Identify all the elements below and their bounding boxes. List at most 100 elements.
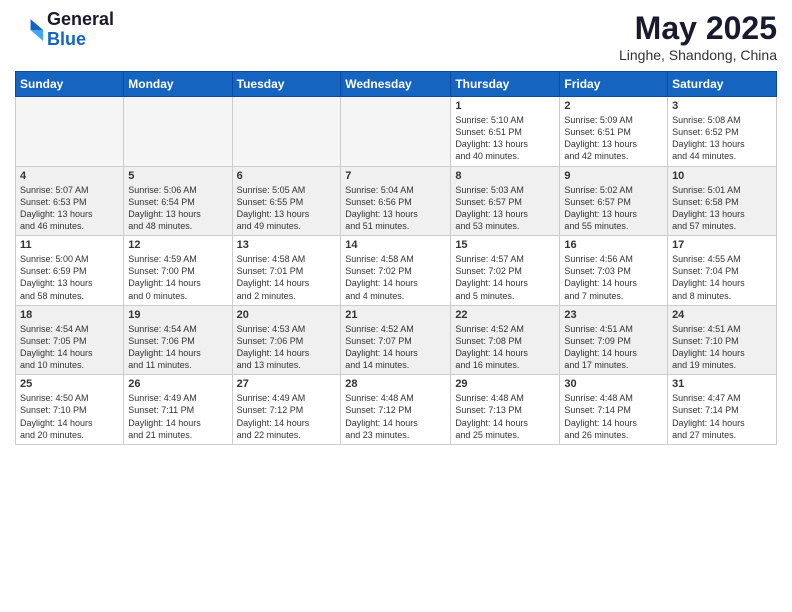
cell-content: Sunrise: 5:07 AM Sunset: 6:53 PM Dayligh… (20, 184, 119, 233)
calendar-week-row: 11 Sunrise: 5:00 AM Sunset: 6:59 PM Dayli… (16, 236, 777, 306)
calendar-cell: 19 Sunrise: 4:54 AM Sunset: 7:06 PM Dayli… (124, 305, 232, 375)
cell-content: Sunrise: 5:04 AM Sunset: 6:56 PM Dayligh… (345, 184, 446, 233)
calendar-cell: 23 Sunrise: 4:51 AM Sunset: 7:09 PM Dayli… (560, 305, 668, 375)
cell-content: Sunrise: 4:54 AM Sunset: 7:06 PM Dayligh… (128, 323, 227, 372)
calendar-cell: 18Sunrise: 4:54 AM Sunset: 7:05 PM Dayli… (16, 305, 124, 375)
page-header: General Blue May 2025 Linghe, Shandong, … (15, 10, 777, 63)
day-number: 28 (345, 378, 446, 390)
cell-content: Sunrise: 4:47 AM Sunset: 7:14 PM Dayligh… (672, 392, 772, 441)
cell-content: Sunrise: 5:00 AM Sunset: 6:59 PM Dayligh… (20, 253, 119, 302)
calendar-cell (124, 97, 232, 167)
cell-content: Sunrise: 4:52 AM Sunset: 7:08 PM Dayligh… (455, 323, 555, 372)
day-header-monday: Monday (124, 72, 232, 97)
day-number: 23 (564, 309, 663, 321)
logo-general: General (47, 10, 114, 30)
cell-content: Sunrise: 4:49 AM Sunset: 7:11 PM Dayligh… (128, 392, 227, 441)
day-number: 21 (345, 309, 446, 321)
day-number: 18 (20, 309, 119, 321)
cell-content: Sunrise: 5:08 AM Sunset: 6:52 PM Dayligh… (672, 114, 772, 163)
day-number: 31 (672, 378, 772, 390)
calendar-cell (16, 97, 124, 167)
calendar-cell: 17 Sunrise: 4:55 AM Sunset: 7:04 PM Dayli… (668, 236, 777, 306)
cell-content: Sunrise: 4:53 AM Sunset: 7:06 PM Dayligh… (237, 323, 337, 372)
day-number: 4 (20, 170, 119, 182)
cell-content: Sunrise: 5:06 AM Sunset: 6:54 PM Dayligh… (128, 184, 227, 233)
logo: General Blue (15, 10, 114, 50)
day-number: 6 (237, 170, 337, 182)
calendar-cell: 5Sunrise: 5:06 AM Sunset: 6:54 PM Daylig… (124, 166, 232, 236)
calendar-cell: 26Sunrise: 4:49 AM Sunset: 7:11 PM Dayli… (124, 375, 232, 445)
cell-content: Sunrise: 4:56 AM Sunset: 7:03 PM Dayligh… (564, 253, 663, 302)
calendar-week-row: 18Sunrise: 4:54 AM Sunset: 7:05 PM Dayli… (16, 305, 777, 375)
day-number: 30 (564, 378, 663, 390)
day-header-sunday: Sunday (16, 72, 124, 97)
calendar-cell: 25Sunrise: 4:50 AM Sunset: 7:10 PM Dayli… (16, 375, 124, 445)
cell-content: Sunrise: 4:59 AM Sunset: 7:00 PM Dayligh… (128, 253, 227, 302)
cell-content: Sunrise: 4:55 AM Sunset: 7:04 PM Dayligh… (672, 253, 772, 302)
day-number: 12 (128, 239, 227, 251)
day-number: 15 (455, 239, 555, 251)
calendar-cell: 29Sunrise: 4:48 AM Sunset: 7:13 PM Dayli… (451, 375, 560, 445)
calendar-cell (232, 97, 341, 167)
day-header-wednesday: Wednesday (341, 72, 451, 97)
day-number: 2 (564, 100, 663, 112)
calendar-cell: 30Sunrise: 4:48 AM Sunset: 7:14 PM Dayli… (560, 375, 668, 445)
calendar-cell: 6 Sunrise: 5:05 AM Sunset: 6:55 PM Daylig… (232, 166, 341, 236)
calendar-cell: 15 Sunrise: 4:57 AM Sunset: 7:02 PM Dayli… (451, 236, 560, 306)
logo-text: General Blue (47, 10, 114, 50)
calendar-week-row: 4 Sunrise: 5:07 AM Sunset: 6:53 PM Daylig… (16, 166, 777, 236)
calendar-cell: 27Sunrise: 4:49 AM Sunset: 7:12 PM Dayli… (232, 375, 341, 445)
day-number: 22 (455, 309, 555, 321)
calendar-cell: 20 Sunrise: 4:53 AM Sunset: 7:06 PM Dayli… (232, 305, 341, 375)
calendar-cell: 8Sunrise: 5:03 AM Sunset: 6:57 PM Daylig… (451, 166, 560, 236)
cell-content: Sunrise: 4:48 AM Sunset: 7:12 PM Dayligh… (345, 392, 446, 441)
logo-blue: Blue (47, 30, 114, 50)
day-number: 16 (564, 239, 663, 251)
cell-content: Sunrise: 4:51 AM Sunset: 7:09 PM Dayligh… (564, 323, 663, 372)
day-number: 27 (237, 378, 337, 390)
cell-content: Sunrise: 5:09 AM Sunset: 6:51 PM Dayligh… (564, 114, 663, 163)
day-number: 10 (672, 170, 772, 182)
calendar-week-row: 1 Sunrise: 5:10 AM Sunset: 6:51 PM Daylig… (16, 97, 777, 167)
day-number: 7 (345, 170, 446, 182)
cell-content: Sunrise: 4:57 AM Sunset: 7:02 PM Dayligh… (455, 253, 555, 302)
cell-content: Sunrise: 5:02 AM Sunset: 6:57 PM Dayligh… (564, 184, 663, 233)
calendar-cell: 3 Sunrise: 5:08 AM Sunset: 6:52 PM Daylig… (668, 97, 777, 167)
day-header-friday: Friday (560, 72, 668, 97)
cell-content: Sunrise: 4:48 AM Sunset: 7:13 PM Dayligh… (455, 392, 555, 441)
calendar-cell: 9 Sunrise: 5:02 AM Sunset: 6:57 PM Daylig… (560, 166, 668, 236)
day-number: 17 (672, 239, 772, 251)
day-number: 9 (564, 170, 663, 182)
calendar-cell: 28 Sunrise: 4:48 AM Sunset: 7:12 PM Dayli… (341, 375, 451, 445)
calendar-cell: 13 Sunrise: 4:58 AM Sunset: 7:01 PM Dayli… (232, 236, 341, 306)
calendar-cell: 31 Sunrise: 4:47 AM Sunset: 7:14 PM Dayli… (668, 375, 777, 445)
cell-content: Sunrise: 4:51 AM Sunset: 7:10 PM Dayligh… (672, 323, 772, 372)
day-header-thursday: Thursday (451, 72, 560, 97)
cell-content: Sunrise: 5:01 AM Sunset: 6:58 PM Dayligh… (672, 184, 772, 233)
cell-content: Sunrise: 4:52 AM Sunset: 7:07 PM Dayligh… (345, 323, 446, 372)
logo-icon (15, 16, 43, 44)
day-number: 1 (455, 100, 555, 112)
calendar-cell: 24Sunrise: 4:51 AM Sunset: 7:10 PM Dayli… (668, 305, 777, 375)
calendar-cell: 16 Sunrise: 4:56 AM Sunset: 7:03 PM Dayli… (560, 236, 668, 306)
month-title: May 2025 (619, 10, 777, 47)
calendar-cell: 2 Sunrise: 5:09 AM Sunset: 6:51 PM Daylig… (560, 97, 668, 167)
cell-content: Sunrise: 5:10 AM Sunset: 6:51 PM Dayligh… (455, 114, 555, 163)
calendar-cell (341, 97, 451, 167)
day-number: 11 (20, 239, 119, 251)
day-header-saturday: Saturday (668, 72, 777, 97)
calendar-table: SundayMondayTuesdayWednesdayThursdayFrid… (15, 71, 777, 445)
location: Linghe, Shandong, China (619, 47, 777, 63)
day-number: 13 (237, 239, 337, 251)
day-header-tuesday: Tuesday (232, 72, 341, 97)
day-number: 3 (672, 100, 772, 112)
calendar-week-row: 25Sunrise: 4:50 AM Sunset: 7:10 PM Dayli… (16, 375, 777, 445)
cell-content: Sunrise: 4:58 AM Sunset: 7:02 PM Dayligh… (345, 253, 446, 302)
cell-content: Sunrise: 5:05 AM Sunset: 6:55 PM Dayligh… (237, 184, 337, 233)
calendar-cell: 11 Sunrise: 5:00 AM Sunset: 6:59 PM Dayli… (16, 236, 124, 306)
day-number: 19 (128, 309, 227, 321)
calendar-cell: 12 Sunrise: 4:59 AM Sunset: 7:00 PM Dayli… (124, 236, 232, 306)
day-number: 8 (455, 170, 555, 182)
cell-content: Sunrise: 4:58 AM Sunset: 7:01 PM Dayligh… (237, 253, 337, 302)
day-number: 20 (237, 309, 337, 321)
